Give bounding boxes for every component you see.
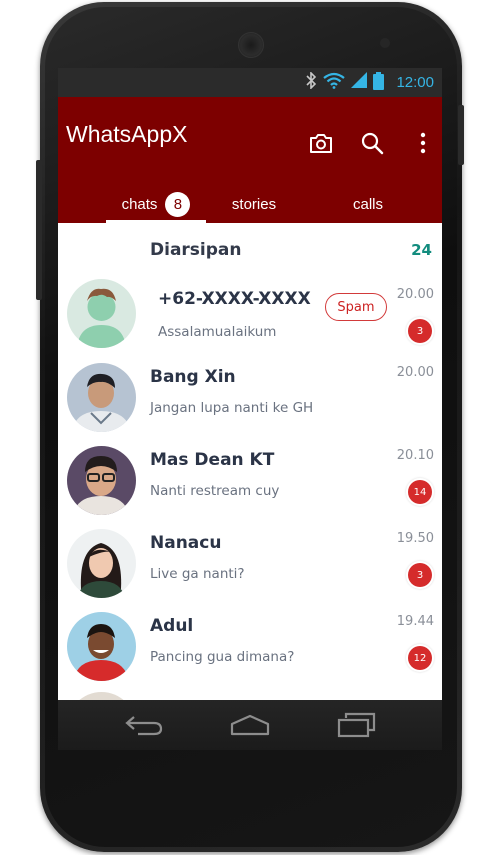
status-time: 12:00 (396, 74, 434, 91)
chat-time: 20.00 (396, 365, 434, 380)
avatar (67, 279, 136, 348)
archived-label: Diarsipan (150, 240, 242, 260)
status-bar: 12:00 (58, 68, 442, 97)
tab-stories[interactable]: stories (208, 185, 300, 223)
screen: 12:00 WhatsAppX chats 8 stories calls Di… (58, 68, 442, 700)
power-button (36, 160, 42, 300)
app-bar: WhatsAppX chats 8 stories calls (58, 97, 442, 223)
unread-badge: 12 (408, 646, 432, 670)
unread-badge: 3 (408, 563, 432, 587)
battery-icon (373, 71, 385, 94)
chat-message: Pancing gua dimana? (150, 649, 295, 665)
chat-row[interactable]: +62-XXXX-XXXX Assalamualaikum Spam 20.00… (58, 269, 442, 352)
search-button[interactable] (355, 127, 389, 159)
camera-icon (310, 134, 332, 153)
chat-time: 19.50 (396, 531, 434, 546)
chat-name: Adul (150, 616, 194, 636)
chat-list: Diarsipan 24 +62-XXXX-XXXX Assalamualaik… (58, 223, 442, 700)
app-title: WhatsAppX (66, 121, 188, 147)
search-icon (361, 132, 384, 155)
home-icon (230, 714, 270, 736)
chats-count-badge: 8 (165, 191, 191, 217)
more-vert-icon (420, 132, 426, 154)
tab-calls-label: calls (352, 195, 383, 213)
partial-avatar (67, 692, 136, 700)
wifi-icon (323, 72, 346, 93)
chat-name: Nanacu (150, 533, 222, 553)
chat-message: Jangan lupa nanti ke GH (150, 400, 314, 416)
chat-message: Assalamualaikum (158, 324, 277, 340)
app-bar-actions (282, 127, 442, 159)
avatar (67, 363, 136, 432)
chat-message: Nanti restream cuy (150, 483, 280, 499)
chat-row[interactable]: Mas Dean KT Nanti restream cuy 20.10 14 (58, 436, 442, 519)
spam-badge: Spam (325, 293, 387, 321)
chat-name: +62-XXXX-XXXX (158, 289, 311, 309)
avatar (67, 446, 136, 515)
camera-button[interactable] (304, 127, 338, 159)
tab-chats[interactable]: chats 8 (106, 185, 206, 223)
chat-name: Bang Xin (150, 367, 236, 387)
avatar (67, 612, 136, 681)
unread-badge: 14 (408, 480, 432, 504)
more-options-button[interactable] (408, 127, 438, 159)
chat-row[interactable]: Adul Pancing gua dimana? 19.44 12 (58, 602, 442, 685)
earpiece (238, 32, 264, 58)
home-button[interactable] (228, 710, 272, 740)
tab-stories-label: stories (231, 195, 277, 213)
unread-badge: 3 (408, 319, 432, 343)
recents-icon (337, 712, 376, 738)
system-nav-bar (58, 700, 442, 750)
avatar (67, 529, 136, 598)
chat-row[interactable]: Nanacu Live ga nanti? 19.50 3 (58, 519, 442, 602)
chat-time: 20.10 (396, 448, 434, 463)
tab-bar: chats 8 stories calls (58, 185, 442, 223)
chat-time: 20.00 (396, 287, 434, 302)
back-icon (125, 716, 163, 736)
bluetooth-icon (306, 71, 317, 93)
chat-message: Live ga nanti? (150, 566, 245, 582)
front-camera (104, 40, 112, 48)
chat-row[interactable]: Bang Xin Jangan lupa nanti ke GH 20.00 (58, 353, 442, 436)
tab-calls[interactable]: calls (320, 185, 416, 223)
volume-button (458, 105, 464, 165)
chat-time: 19.44 (396, 614, 434, 629)
archived-count: 24 (411, 241, 432, 259)
sensor (380, 38, 390, 48)
signal-icon (351, 72, 368, 93)
back-button[interactable] (122, 710, 166, 740)
recents-button[interactable] (334, 710, 378, 740)
tab-chats-label: chats (121, 195, 158, 213)
chat-name: Mas Dean KT (150, 450, 275, 470)
